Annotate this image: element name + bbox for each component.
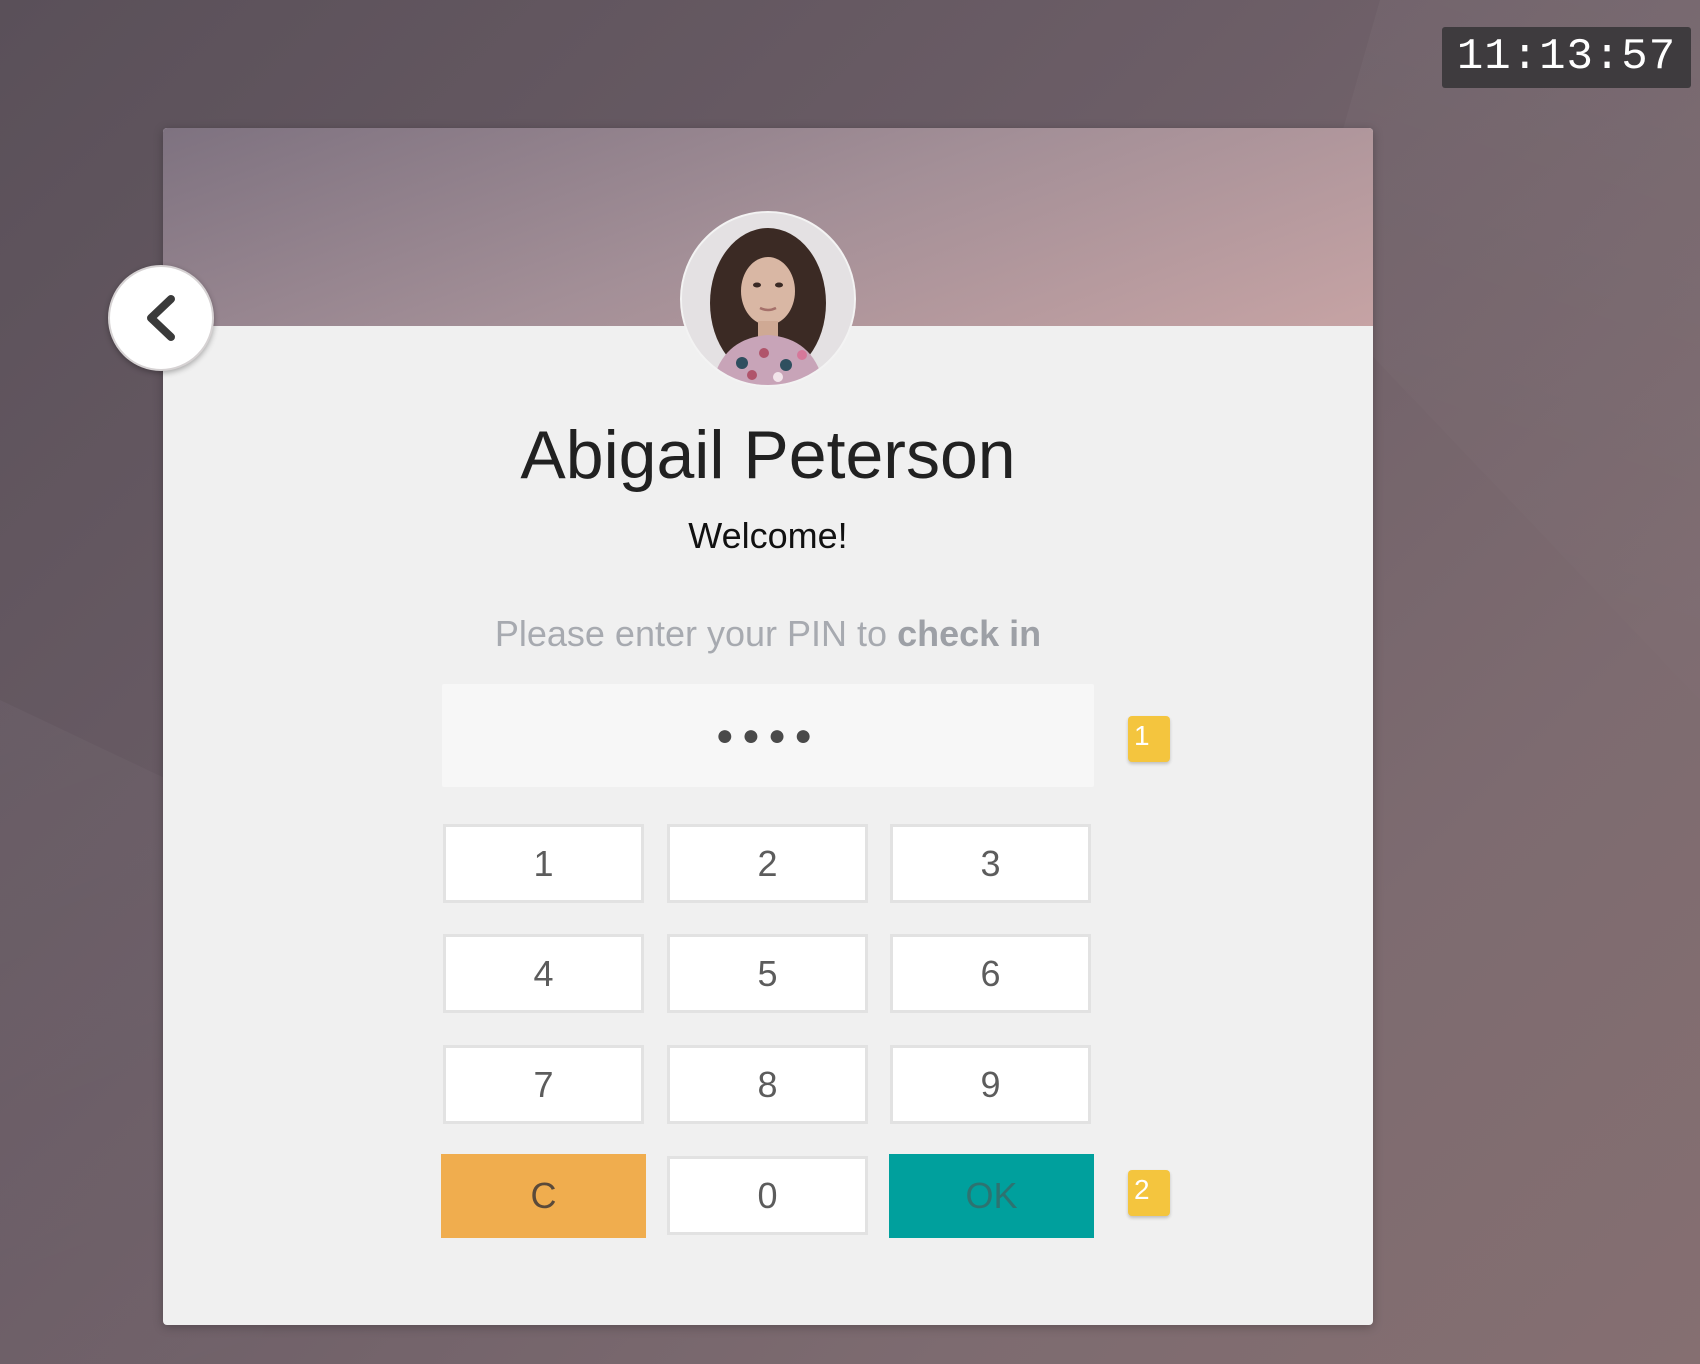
user-photo: [682, 213, 854, 385]
keypad-key-9[interactable]: 9: [890, 1045, 1091, 1124]
step-marker: 1: [1128, 716, 1170, 762]
ok-button[interactable]: OK: [889, 1154, 1094, 1238]
avatar: [680, 211, 856, 387]
keypad-key-0[interactable]: 0: [667, 1156, 868, 1235]
keypad-key-3[interactable]: 3: [890, 824, 1091, 903]
keypad-key-5[interactable]: 5: [667, 934, 868, 1013]
step-marker: 2: [1128, 1170, 1170, 1216]
employee-name: Abigail Peterson: [520, 417, 1016, 493]
keypad-key-1[interactable]: 1: [443, 824, 644, 903]
pin-input[interactable]: ●●●●: [442, 684, 1094, 787]
chevron-left-icon: [147, 295, 175, 341]
instruction-prefix: Please enter your PIN to: [494, 613, 898, 654]
welcome-message: Welcome!: [688, 515, 848, 556]
clear-button[interactable]: C: [441, 1154, 646, 1238]
clock-display: 11:13:57: [1442, 27, 1691, 88]
back-button[interactable]: [108, 265, 214, 371]
pin-instruction: Please enter your PIN to check in: [163, 612, 1373, 656]
keypad-key-7[interactable]: 7: [443, 1045, 644, 1124]
keypad-key-4[interactable]: 4: [443, 934, 644, 1013]
keypad-key-2[interactable]: 2: [667, 824, 868, 903]
keypad-key-8[interactable]: 8: [667, 1045, 868, 1124]
instruction-action: check in: [897, 613, 1042, 654]
keypad-key-6[interactable]: 6: [890, 934, 1091, 1013]
